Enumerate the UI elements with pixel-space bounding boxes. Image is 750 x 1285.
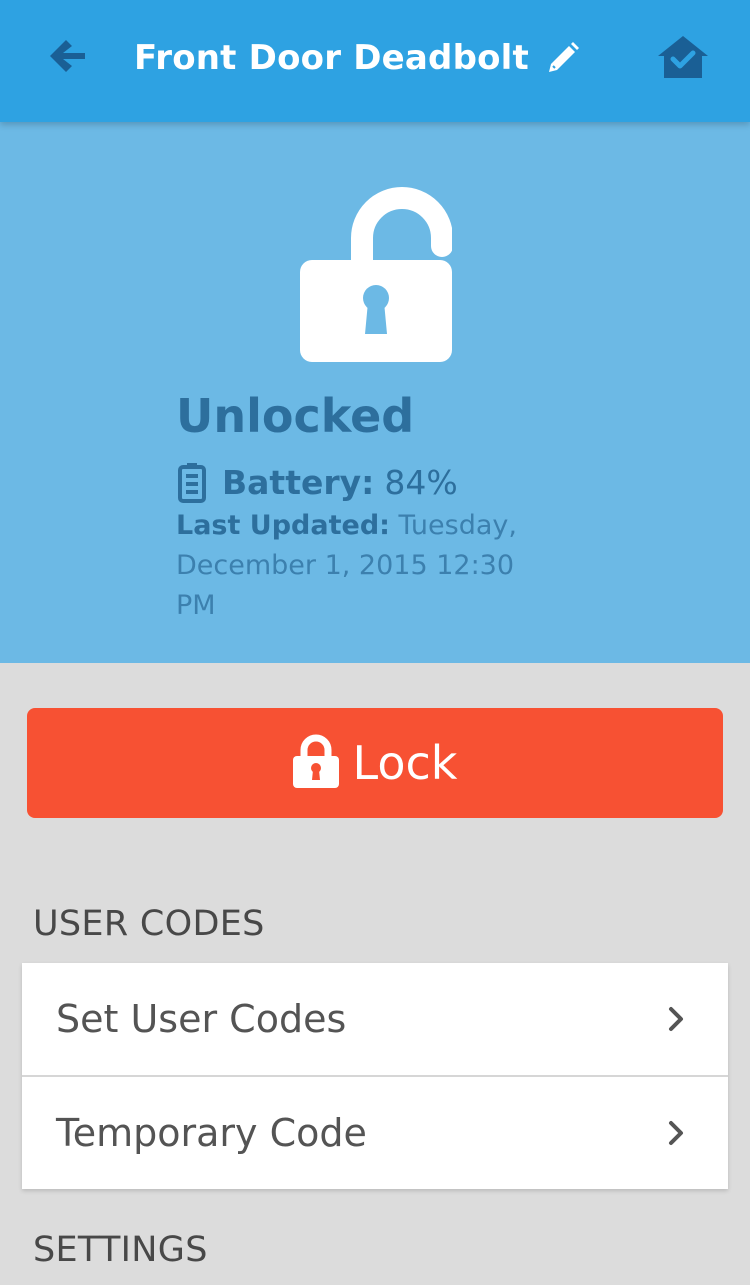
page-title: Front Door Deadbolt xyxy=(134,38,529,78)
list-item-label: Temporary Code xyxy=(56,1111,367,1155)
list-item-set-user-codes[interactable]: Set User Codes xyxy=(22,963,728,1075)
lock-button-label: Lock xyxy=(352,736,458,790)
battery-label: Battery: xyxy=(222,463,375,502)
chevron-right-icon xyxy=(669,1121,683,1145)
home-check-icon[interactable] xyxy=(656,34,710,80)
last-updated-label: Last Updated: xyxy=(176,510,390,541)
section-header-settings: SETTINGS xyxy=(33,1230,208,1270)
arrow-left-icon[interactable] xyxy=(46,36,88,76)
title-group: Front Door Deadbolt xyxy=(134,30,581,86)
battery-icon xyxy=(178,463,206,503)
lock-state-text: Unlocked xyxy=(176,389,415,443)
battery-row: Battery: 84% xyxy=(178,460,458,506)
user-codes-list: Set User Codes Temporary Code xyxy=(22,963,728,1189)
pencil-icon[interactable] xyxy=(545,40,581,76)
section-header-user-codes: USER CODES xyxy=(33,904,265,944)
lock-open-icon xyxy=(300,187,452,362)
list-item-temporary-code[interactable]: Temporary Code xyxy=(22,1077,728,1189)
list-item-label: Set User Codes xyxy=(56,997,347,1041)
app-header: Front Door Deadbolt xyxy=(0,0,750,122)
lock-button[interactable]: Lock xyxy=(27,708,723,818)
lock-closed-icon xyxy=(292,734,339,788)
battery-value: 84% xyxy=(384,463,458,502)
chevron-right-icon xyxy=(669,1007,683,1031)
last-updated-text: Last Updated: Tuesday, December 1, 2015 … xyxy=(176,506,556,626)
